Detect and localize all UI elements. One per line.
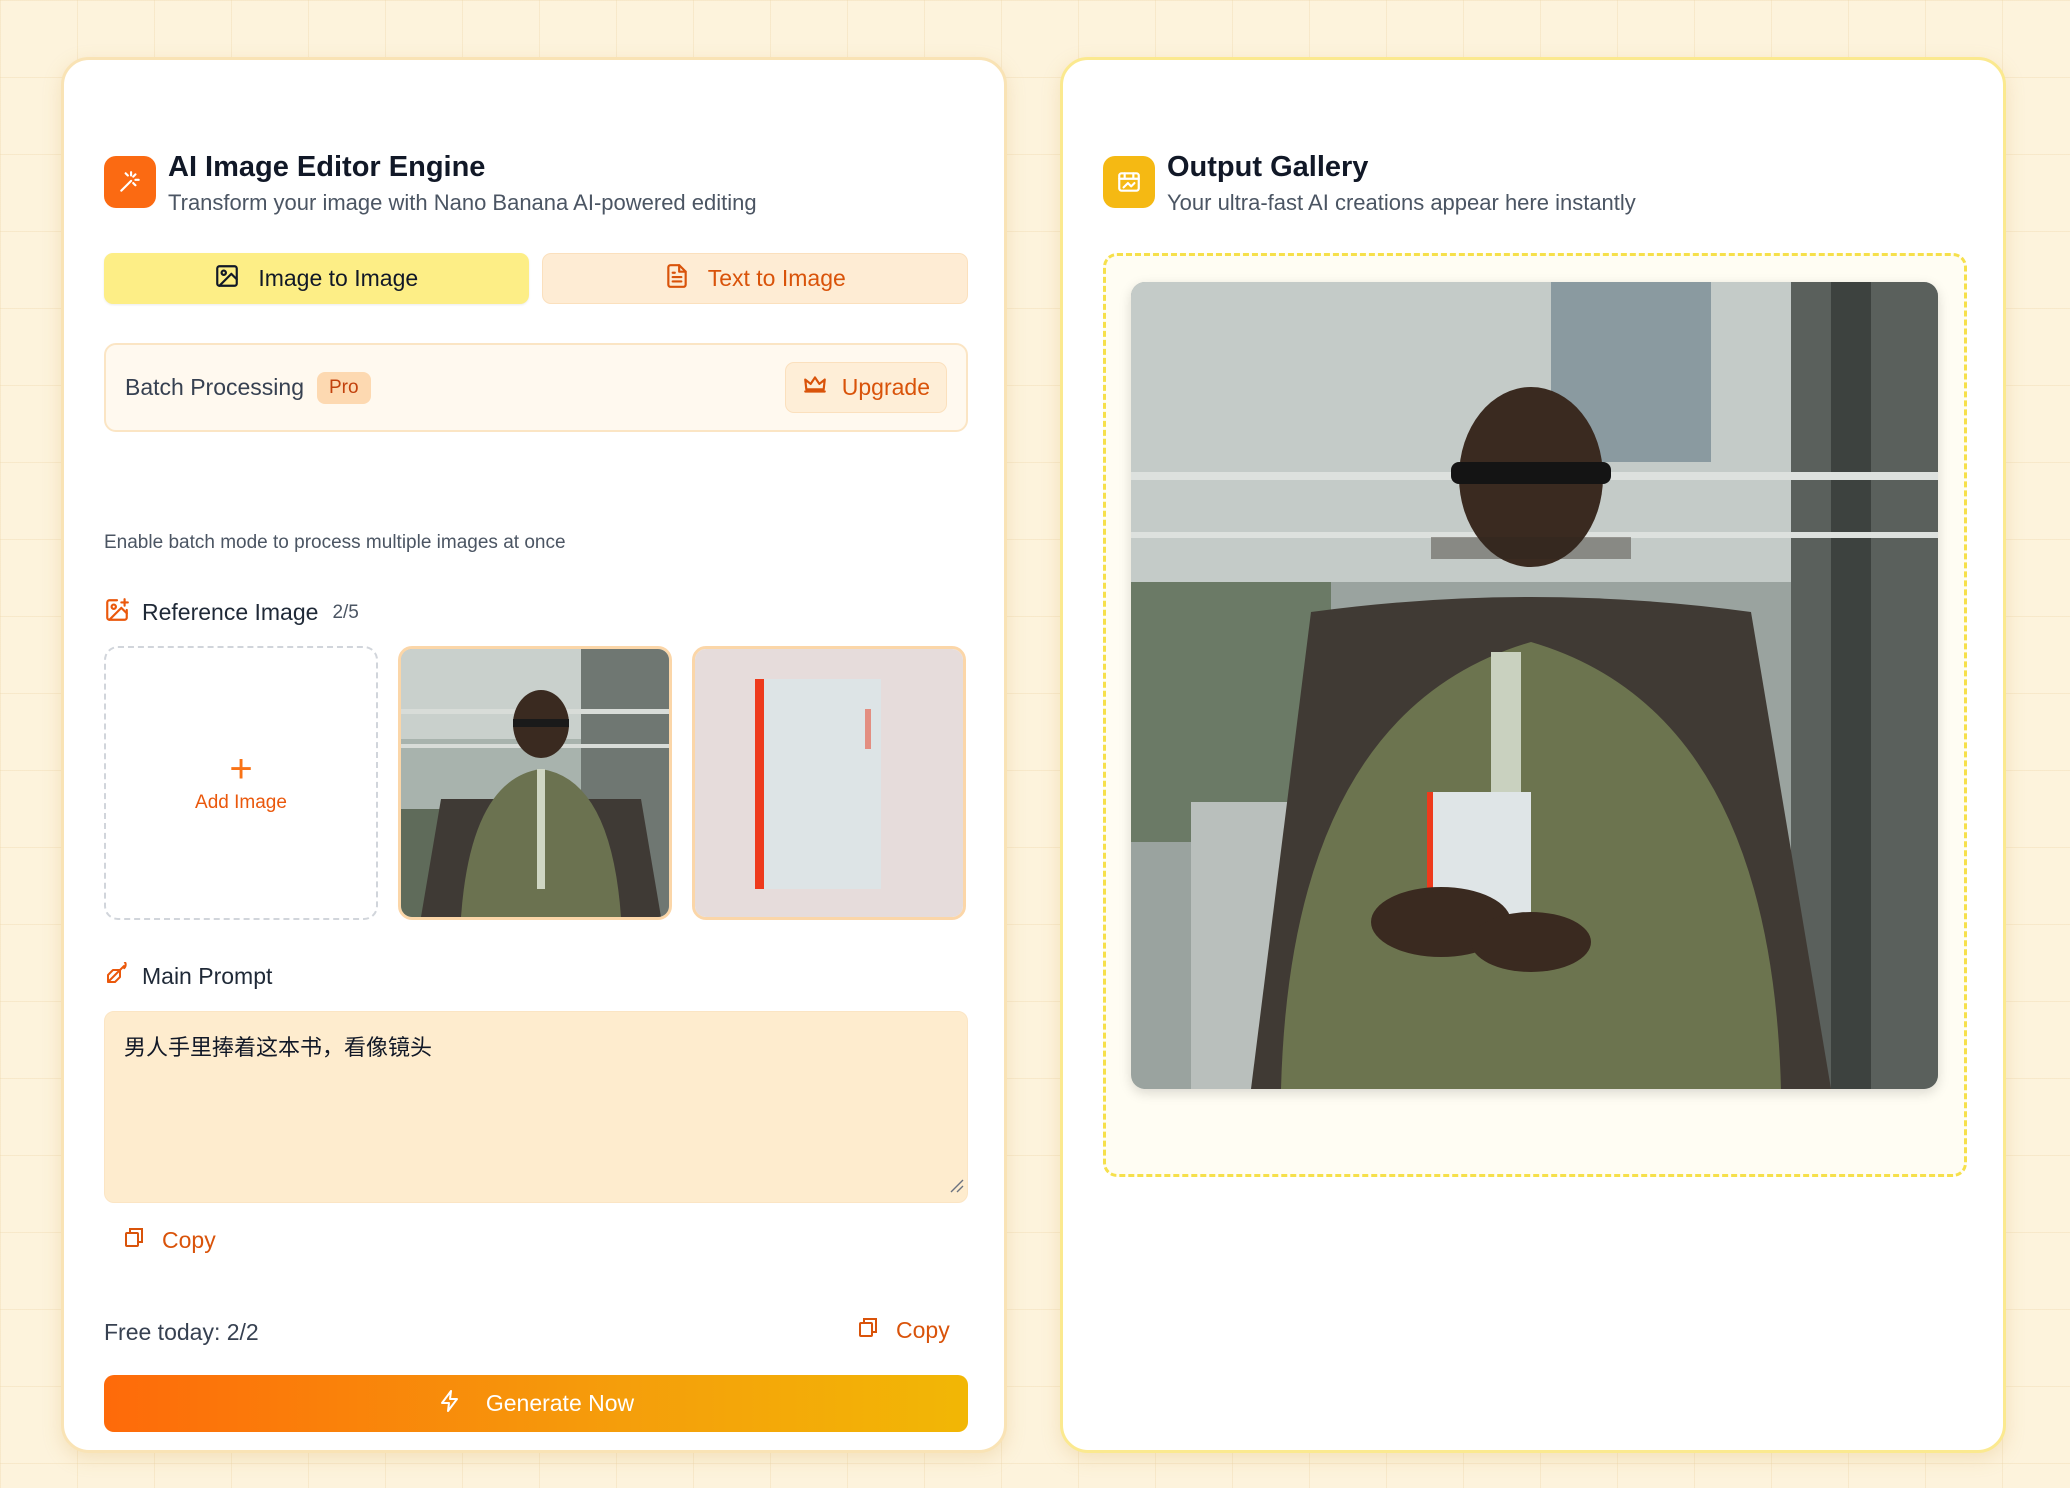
gallery-header: Output Gallery Your ultra-fast AI creati… (1103, 148, 1636, 218)
prompt-text: 男人手里捧着这本书，看像镜头 (124, 1036, 433, 1061)
gallery-icon (1103, 156, 1155, 208)
editor-header: AI Image Editor Engine Transform your im… (104, 148, 757, 218)
tab-text-to-image[interactable]: Text to Image (541, 253, 968, 304)
reference-thumbnail-man[interactable] (398, 646, 672, 920)
tab-label: Image to Image (258, 265, 419, 291)
gallery-title: Output Gallery (1167, 151, 1369, 183)
copy-icon (856, 1315, 880, 1345)
reference-image-count: 2/5 (332, 601, 359, 623)
plus-icon: + (229, 747, 253, 791)
add-image-label: Add Image (195, 792, 287, 813)
main-prompt-label: Main Prompt (142, 963, 273, 989)
upgrade-label: Upgrade (841, 374, 930, 400)
editor-subtitle: Transform your image with Nano Banana AI… (168, 190, 757, 215)
mode-tabs: Image to Image Text to Image (104, 253, 968, 304)
image-icon (214, 263, 240, 295)
batch-processing-label: Batch Processing (125, 374, 304, 400)
gallery-dropzone (1103, 253, 1967, 1177)
editor-title: AI Image Editor Engine (168, 151, 486, 183)
copy-label: Copy (162, 1226, 216, 1253)
reference-image-label: Reference Image (142, 599, 319, 625)
lightning-icon (438, 1389, 462, 1419)
reference-image-grid: + Add Image (104, 646, 966, 920)
prompt-input[interactable]: 男人手里捧着这本书，看像镜头 (104, 1011, 968, 1203)
copy-icon (122, 1225, 146, 1255)
sparkle-icon (104, 156, 156, 208)
free-today-counter: Free today: 2/2 (104, 1319, 259, 1345)
copy-label: Copy (896, 1316, 950, 1343)
tab-label: Text to Image (707, 265, 846, 291)
copy-prompt-button[interactable]: Copy (122, 1225, 216, 1255)
document-icon (664, 263, 690, 295)
copy-button[interactable]: Copy (856, 1315, 950, 1345)
generate-label: Generate Now (485, 1390, 635, 1416)
batch-hint: Enable batch mode to process multiple im… (104, 532, 566, 553)
reference-image-header: Reference Image 2/5 (104, 597, 359, 628)
pro-badge: Pro (316, 371, 371, 404)
main-prompt-header: Main Prompt (104, 958, 273, 991)
gallery-subtitle: Your ultra-fast AI creations appear here… (1167, 190, 1636, 215)
reference-thumbnail-book[interactable] (692, 646, 966, 920)
editor-panel: AI Image Editor Engine Transform your im… (61, 57, 1007, 1453)
upgrade-button[interactable]: Upgrade (784, 362, 947, 413)
generated-result-image[interactable] (1131, 282, 1938, 1089)
image-plus-icon (104, 597, 130, 628)
batch-processing-row: Batch Processing Pro Upgrade (104, 343, 968, 432)
crown-icon (802, 372, 828, 404)
tab-image-to-image[interactable]: Image to Image (104, 253, 529, 304)
resize-grip-icon[interactable] (948, 1174, 964, 1199)
add-image-button[interactable]: + Add Image (104, 646, 378, 920)
output-gallery-panel: Output Gallery Your ultra-fast AI creati… (1060, 57, 2006, 1453)
feather-icon (104, 958, 128, 991)
generate-now-button[interactable]: Generate Now (104, 1375, 968, 1432)
